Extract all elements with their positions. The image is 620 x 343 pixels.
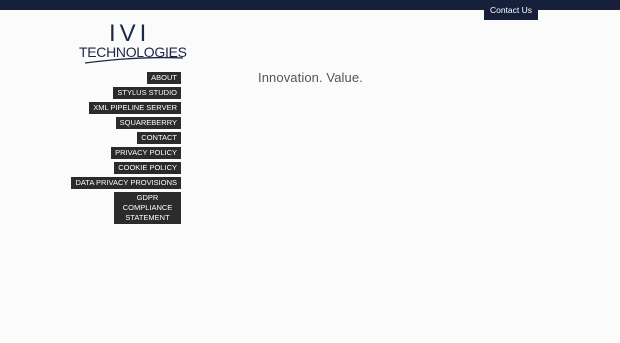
nav-item-contact[interactable]: CONTACT [137, 132, 181, 144]
contact-us-button[interactable]: Contact Us [484, 0, 538, 20]
nav-item-gdpr-compliance-statement[interactable]: GDPR COMPLIANCE STATEMENT [114, 192, 181, 224]
logo-swoosh-icon [84, 56, 184, 64]
nav-item-data-privacy-provisions[interactable]: DATA PRIVACY PROVISIONS [71, 177, 181, 189]
nav-item-squareberry[interactable]: SQUAREBERRY [115, 117, 181, 129]
nav-item-xml-pipeline-server[interactable]: XML PIPELINE SERVER [89, 102, 181, 114]
nav-item-about[interactable]: ABOUT [147, 72, 181, 84]
nav-item-cookie-policy[interactable]: COOKIE POLICY [114, 162, 181, 174]
nav-item-privacy-policy[interactable]: PRIVACY POLICY [111, 147, 181, 159]
nav-item-stylus-studio[interactable]: STYLUS STUDIO [113, 87, 181, 99]
company-logo[interactable]: IVI TECHNOLOGIES [79, 22, 187, 64]
tagline: Innovation. Value. [258, 70, 363, 85]
